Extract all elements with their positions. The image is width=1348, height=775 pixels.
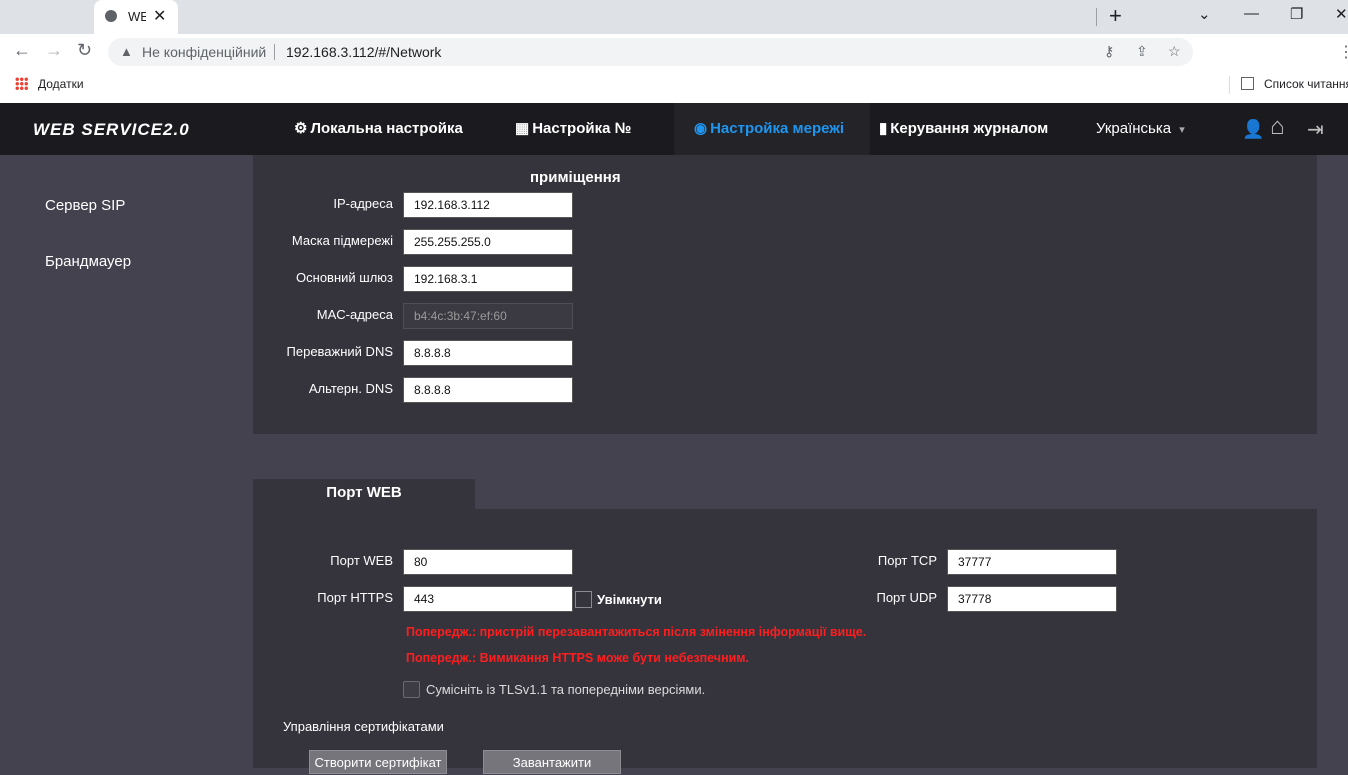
https-enable-label: Увімкнути: [597, 592, 662, 607]
url-text[interactable]: 192.168.3.112/#/Network: [286, 44, 441, 60]
language-value: Українська: [1096, 120, 1172, 137]
building-icon: ▦: [515, 120, 530, 137]
https-enable-checkbox[interactable]: [575, 591, 592, 608]
back-button[interactable]: ←: [13, 40, 31, 61]
udp-port-label: Порт UDP: [876, 590, 937, 605]
close-window-button[interactable]: ✕: [1335, 5, 1348, 23]
globe-icon: [105, 10, 117, 22]
nav-local-settings[interactable]: ⚙ Локальна настройка: [294, 103, 463, 155]
new-tab-button[interactable]: +: [1109, 3, 1122, 29]
https-port-field[interactable]: 443: [403, 586, 573, 612]
section-title: приміщення: [530, 169, 621, 186]
https-warning: Попередж.: Вимикання HTTPS може бути неб…: [406, 651, 750, 665]
reading-list-button[interactable]: Список читання: [1264, 77, 1348, 91]
nav-label: Настройка №: [532, 120, 632, 137]
tls-compat-label: Сумісніть із TLSv1.1 та попередніми верс…: [426, 682, 706, 697]
app-logo: WEB SERVICE2.0: [33, 120, 190, 139]
alternate-dns-field[interactable]: 8.8.8.8: [403, 377, 573, 403]
preferred-dns-label: Переважний DNS: [286, 344, 393, 359]
ip-address-field[interactable]: 192.168.3.112: [403, 192, 573, 218]
nav-room-settings[interactable]: ▦ Настройка №: [515, 103, 631, 155]
restore-button[interactable]: ❐: [1290, 5, 1303, 23]
nav-network-settings[interactable]: ◉ Настройка мережі: [674, 103, 870, 155]
alternate-dns-label: Альтерн. DNS: [308, 381, 393, 396]
https-port-label: Порт HTTPS: [317, 590, 393, 605]
tcp-port-label: Порт TCP: [877, 553, 937, 568]
document-icon: ▮: [879, 120, 888, 137]
bookmarks-separator: [1229, 76, 1230, 94]
tab-web-port[interactable]: Порт WEB: [253, 479, 475, 509]
tab-search-icon[interactable]: ⌄: [1198, 5, 1211, 23]
warning-icon[interactable]: ▲: [120, 44, 133, 59]
browser-toolbar: ← → ↻ ▲ Не конфіденційний 192.168.3.112/…: [0, 34, 1348, 70]
user-icon[interactable]: 👤: [1242, 119, 1264, 140]
browser-tab[interactable]: WEB ✕: [94, 0, 178, 34]
tls-compat-checkbox[interactable]: [403, 681, 420, 698]
nav-label: Керування журналом: [890, 120, 1049, 137]
gateway-label: Основний шлюз: [296, 270, 393, 285]
mac-address-label: MAC-адреса: [316, 307, 393, 322]
create-certificate-button[interactable]: Створити сертифікат: [309, 750, 447, 774]
star-icon[interactable]: ☆: [1168, 43, 1181, 60]
gear-icon: ⚙: [294, 120, 308, 137]
mac-address-field: b4:4c:3b:47:ef:60: [403, 303, 573, 329]
reload-button[interactable]: ↻: [77, 40, 92, 61]
ip-address-label: IP-адреса: [333, 196, 393, 211]
logout-icon[interactable]: ⇥: [1307, 117, 1324, 142]
udp-port-field[interactable]: 37778: [947, 586, 1117, 612]
tab-separator: [1096, 8, 1097, 26]
home-icon[interactable]: ⌂: [1270, 113, 1285, 141]
nav-label: Настройка мережі: [710, 120, 845, 137]
bookmark-apps[interactable]: Додатки: [38, 77, 84, 91]
app-header: WEB SERVICE2.0 ⚙ Локальна настройка ▦ Наст…: [0, 103, 1348, 155]
bookmarks-bar: Додатки Список читання: [0, 70, 1348, 104]
address-bar[interactable]: ▲ Не конфіденційний 192.168.3.112/#/Netw…: [108, 38, 1193, 66]
upload-button[interactable]: Завантажити: [483, 750, 621, 774]
tab-title: WEB: [128, 9, 146, 24]
share-icon[interactable]: ⇪: [1136, 43, 1148, 60]
restart-warning: Попередж.: пристрій перезавантажиться пі…: [406, 625, 867, 639]
web-port-field[interactable]: 80: [403, 549, 573, 575]
cert-management-title: Управління сертифікатами: [283, 719, 444, 734]
key-icon[interactable]: ⚷: [1104, 43, 1114, 60]
gateway-field[interactable]: 192.168.3.1: [403, 266, 573, 292]
minimize-button[interactable]: —: [1244, 5, 1259, 22]
tcp-port-field[interactable]: 37777: [947, 549, 1117, 575]
forward-button[interactable]: →: [45, 40, 63, 61]
subnet-mask-label: Маска підмережі: [291, 233, 393, 248]
apps-grid-icon[interactable]: [15, 77, 28, 90]
browser-tabstrip: WEB ✕ + ⌄ — ❐ ✕: [0, 0, 1348, 34]
browser-menu-icon[interactable]: ⋮: [1338, 42, 1348, 62]
sidebar-item-firewall[interactable]: Брандмауер: [45, 253, 131, 270]
preferred-dns-field[interactable]: 8.8.8.8: [403, 340, 573, 366]
chevron-down-icon: ▾: [1179, 124, 1185, 136]
globe-icon: ◉: [694, 120, 708, 137]
nav-label: Локальна настройка: [310, 120, 463, 137]
tab-close-icon[interactable]: ✕: [153, 6, 166, 26]
subnet-mask-field[interactable]: 255.255.255.0: [403, 229, 573, 255]
web-port-label: Порт WEB: [330, 553, 393, 568]
security-label[interactable]: Не конфіденційний: [142, 44, 266, 60]
sidebar-item-sip-server[interactable]: Сервер SIP: [45, 197, 125, 214]
address-separator: [274, 44, 275, 60]
reading-list-icon[interactable]: [1241, 77, 1254, 90]
language-select[interactable]: Українська ▾: [1096, 103, 1185, 155]
nav-log-management[interactable]: ▮ Керування журналом: [879, 103, 1048, 155]
